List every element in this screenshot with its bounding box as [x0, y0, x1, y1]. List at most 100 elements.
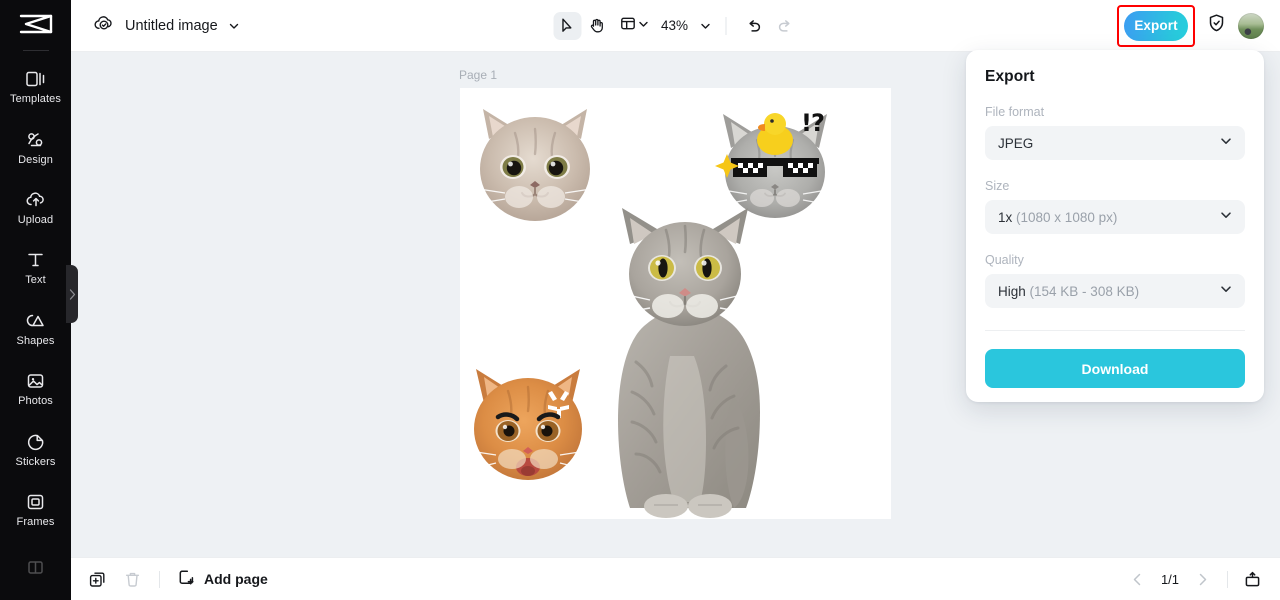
select-tool[interactable]	[552, 11, 581, 40]
hand-tool[interactable]	[583, 12, 611, 40]
sidebar-collapse-handle[interactable]	[66, 265, 78, 323]
chevron-down-icon	[637, 17, 649, 35]
export-panel-title: Export	[985, 68, 1035, 85]
trash-icon	[125, 572, 140, 587]
bottom-left-group: Add page	[71, 566, 268, 593]
user-avatar[interactable]	[1238, 12, 1264, 39]
sidebar-item-design[interactable]: Design	[0, 117, 71, 177]
present-button[interactable]	[1239, 566, 1266, 593]
quality-label: Quality	[985, 253, 1024, 267]
text-icon	[25, 249, 46, 271]
undo-icon	[748, 19, 760, 32]
capcut-logo[interactable]	[0, 0, 71, 48]
design-icon	[25, 129, 46, 151]
undo-button[interactable]	[740, 12, 768, 40]
app-root: Templates Design Upload Text Shapes Phot…	[0, 0, 1280, 600]
duplicate-page-button[interactable]	[84, 566, 111, 593]
prev-page-button[interactable]	[1124, 566, 1151, 593]
photos-icon	[25, 370, 46, 392]
cursor-icon	[562, 18, 572, 32]
size-value-group: 1x (1080 x 1080 px)	[998, 210, 1117, 225]
upload-icon	[25, 189, 47, 211]
duplicate-page-icon	[89, 572, 105, 587]
page-counter: 1/1	[1160, 571, 1180, 587]
bottom-divider-right	[1227, 570, 1228, 588]
quality-detail: (154 KB - 308 KB)	[1029, 283, 1140, 299]
background-icon	[25, 557, 46, 579]
sidebar-item-stickers[interactable]: Stickers	[0, 419, 71, 479]
sidebar-item-text[interactable]: Text	[0, 238, 71, 298]
file-format-select[interactable]: JPEG	[985, 126, 1245, 160]
add-page-button[interactable]: Add page	[177, 568, 268, 590]
quality-value-group: High (154 KB - 308 KB)	[998, 284, 1139, 299]
left-sidebar: Templates Design Upload Text Shapes Phot…	[0, 0, 71, 600]
sidebar-label: Design	[18, 153, 53, 166]
sidebar-label: Shapes	[16, 334, 55, 347]
size-detail: (1080 x 1080 px)	[1016, 209, 1118, 225]
duck-icon	[757, 113, 793, 155]
templates-icon	[25, 68, 46, 90]
toolbar-divider	[725, 16, 727, 35]
frames-icon	[25, 491, 46, 513]
zoom-level: 43%	[660, 18, 689, 33]
sidebar-label: Upload	[17, 213, 54, 226]
size-select[interactable]: 1x (1080 x 1080 px)	[985, 200, 1245, 234]
bottom-right-group: 1/1	[1124, 566, 1266, 593]
chevron-down-icon	[1219, 208, 1233, 227]
document-title-group[interactable]: Untitled image	[71, 14, 240, 37]
quality-value: High	[998, 283, 1026, 299]
page-label: Page 1	[459, 68, 498, 82]
cat-head-orange-angry-sticker[interactable]	[464, 363, 592, 488]
delete-page-button[interactable]	[119, 566, 146, 593]
cat-sitting-sticker[interactable]	[592, 206, 777, 519]
redo-icon	[778, 19, 790, 32]
sidebar-label: Text	[25, 274, 46, 287]
add-page-icon	[177, 568, 196, 590]
zoom-chevron-down-icon[interactable]	[699, 20, 711, 32]
sidebar-item-frames[interactable]: Frames	[0, 479, 71, 539]
download-button[interactable]: Download	[985, 349, 1245, 388]
cloud-saved-icon	[93, 14, 115, 37]
center-tools: 43%	[552, 11, 798, 40]
sidebar-label: Frames	[16, 515, 55, 528]
size-label: Size	[985, 179, 1010, 193]
sidebar-label: Stickers	[15, 455, 56, 468]
canvas-page[interactable]: !?	[460, 88, 891, 519]
export-panel: Export File format JPEG Size 1x (1080 x …	[966, 50, 1264, 402]
chevron-down-icon	[1219, 134, 1233, 153]
panel-divider	[985, 330, 1245, 331]
topbar-right-group: Export	[1117, 4, 1264, 47]
next-page-button[interactable]	[1189, 566, 1216, 593]
document-title: Untitled image	[125, 17, 218, 34]
chevron-left-icon	[1133, 573, 1141, 585]
cat-head-cream-sticker[interactable]	[471, 101, 599, 226]
shapes-icon	[25, 310, 46, 332]
bottom-divider	[159, 570, 160, 588]
sidebar-item-background[interactable]	[0, 540, 71, 600]
chevron-down-icon[interactable]	[228, 20, 240, 32]
chevron-right-icon	[1199, 573, 1207, 585]
export-button-wrapper: Export	[1117, 4, 1195, 47]
present-icon	[1245, 571, 1260, 586]
sidebar-item-upload[interactable]: Upload	[0, 177, 71, 237]
exclamation-question-emoji: !?	[801, 109, 825, 137]
export-button[interactable]: Export	[1124, 10, 1188, 41]
shield-check-icon[interactable]	[1207, 13, 1226, 38]
size-value: 1x	[998, 209, 1013, 225]
redo-button[interactable]	[770, 12, 798, 40]
chevron-down-icon	[1219, 282, 1233, 301]
sidebar-divider	[22, 49, 49, 51]
sidebar-item-shapes[interactable]: Shapes	[0, 298, 71, 358]
top-toolbar: Untitled image 43% Export	[71, 0, 1280, 52]
sidebar-item-templates[interactable]: Templates	[0, 57, 71, 117]
layout-icon	[619, 15, 636, 37]
quality-select[interactable]: High (154 KB - 308 KB)	[985, 274, 1245, 308]
stickers-icon	[25, 431, 46, 453]
sidebar-label: Templates	[9, 93, 62, 106]
hand-icon	[590, 18, 603, 33]
sidebar-item-photos[interactable]: Photos	[0, 358, 71, 418]
bottom-toolbar: Add page 1/1	[71, 557, 1280, 600]
add-page-label: Add page	[204, 571, 268, 587]
layout-tool[interactable]	[619, 15, 649, 37]
file-format-value: JPEG	[998, 135, 1034, 151]
